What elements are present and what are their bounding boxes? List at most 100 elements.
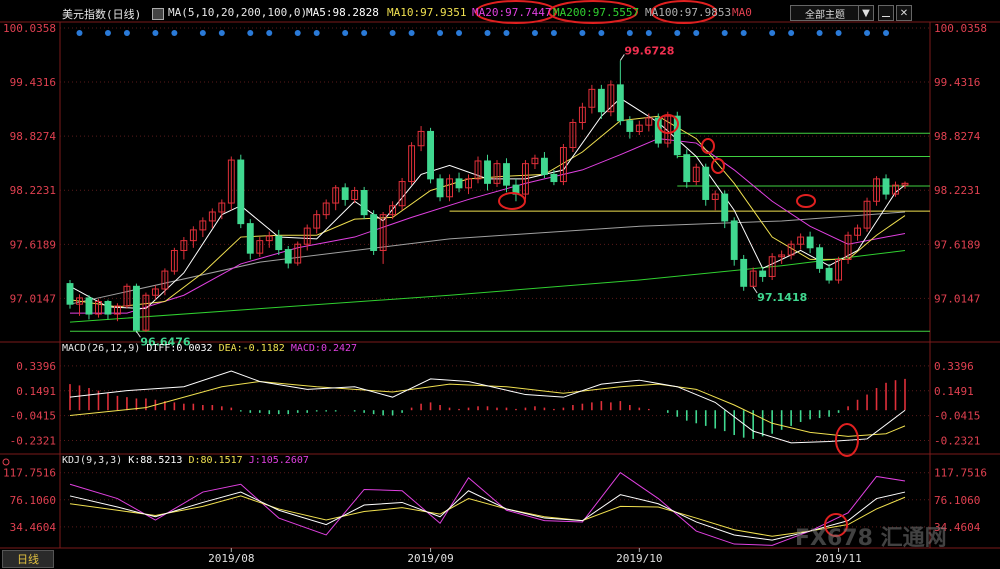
event-dot bbox=[123, 30, 130, 36]
macd-tick-right: -0.2321 bbox=[934, 435, 980, 448]
event-dot bbox=[437, 30, 444, 36]
chevron-down-icon: ▼ bbox=[862, 7, 870, 19]
event-dot bbox=[864, 30, 871, 36]
candle-body bbox=[503, 163, 510, 186]
kdj-tick-right: 117.7516 bbox=[934, 467, 987, 480]
price-tick-right: 100.0358 bbox=[934, 22, 987, 35]
candle-body bbox=[436, 178, 444, 198]
candle-body bbox=[104, 301, 112, 315]
kdj-j: J:105.2607 bbox=[248, 455, 309, 466]
indicator-icon[interactable] bbox=[152, 8, 164, 20]
candle-body bbox=[825, 267, 833, 281]
watermark: FX678 汇通网 bbox=[795, 526, 947, 551]
ma0-value: MA0 bbox=[732, 6, 752, 19]
candle-body bbox=[597, 88, 605, 113]
price-tick-right: 99.4316 bbox=[934, 76, 980, 89]
macd-tick-right: 0.3396 bbox=[934, 360, 974, 373]
price-tick-right: 97.6189 bbox=[934, 238, 980, 251]
price-tick-left: 97.6189 bbox=[10, 238, 56, 251]
theme-dropdown-button[interactable]: ▼ bbox=[858, 5, 874, 21]
price-tick-right: 98.8274 bbox=[934, 130, 981, 143]
event-dot bbox=[199, 30, 206, 36]
close-button[interactable]: ✕ bbox=[896, 5, 912, 21]
macd-value: MACD:0.2427 bbox=[290, 343, 358, 354]
candle-body bbox=[759, 270, 767, 277]
x-label: 2019/09 bbox=[407, 552, 453, 565]
kdj-tick-right: 76.1060 bbox=[934, 494, 980, 507]
ma200-value: MA200:97.5557 bbox=[553, 6, 640, 19]
ma10-value: MA10:97.9351 bbox=[387, 6, 467, 19]
event-dot bbox=[579, 30, 586, 36]
close-icon: ✕ bbox=[899, 7, 909, 19]
event-dot bbox=[503, 30, 510, 36]
macd-tick-left: 0.1491 bbox=[16, 385, 56, 398]
event-dot bbox=[674, 30, 681, 36]
tab-daily-label: 日线 bbox=[17, 553, 39, 566]
macd-diff: DIFF:0.0032 bbox=[146, 343, 213, 354]
price-tick-left: 99.4316 bbox=[10, 76, 56, 89]
candle-body bbox=[484, 160, 491, 184]
event-dot bbox=[218, 30, 225, 36]
macd-tick-left: -0.2321 bbox=[10, 435, 56, 448]
price-annotation: 99.6728 bbox=[624, 44, 674, 57]
candle-body bbox=[626, 120, 634, 132]
candle-body bbox=[730, 220, 738, 260]
theme-select[interactable]: 全部主题 bbox=[790, 5, 860, 21]
kdj-tick-left: 117.7516 bbox=[3, 467, 56, 480]
candle-body bbox=[550, 173, 558, 183]
candle-body bbox=[721, 193, 729, 222]
macd-tick-right: -0.0415 bbox=[934, 410, 980, 423]
candle-body bbox=[66, 283, 74, 305]
macd-params: MACD(26,12,9) bbox=[62, 343, 141, 354]
kdj-tick-left: 34.4604 bbox=[10, 521, 57, 534]
candle-body bbox=[85, 297, 93, 315]
event-dot bbox=[788, 30, 795, 36]
event-dot bbox=[247, 30, 254, 36]
candle-body bbox=[740, 258, 748, 287]
x-label: 2019/10 bbox=[616, 552, 662, 565]
minimize-icon bbox=[882, 15, 890, 17]
event-dot bbox=[408, 30, 415, 36]
price-annotation: 97.1418 bbox=[757, 291, 807, 304]
price-tick-left: 98.8274 bbox=[10, 130, 57, 143]
candle-body bbox=[702, 166, 710, 200]
price-tick-right: 97.0147 bbox=[934, 292, 980, 305]
event-dot bbox=[645, 30, 652, 36]
candle-body bbox=[132, 285, 140, 331]
event-dot bbox=[152, 30, 159, 36]
candle-body bbox=[341, 187, 349, 200]
event-dot bbox=[484, 30, 491, 36]
event-dot bbox=[626, 30, 633, 36]
event-dot bbox=[835, 30, 842, 36]
macd-dea: DEA:-0.1182 bbox=[218, 343, 285, 354]
event-dot bbox=[361, 30, 368, 36]
minimize-button[interactable] bbox=[878, 5, 894, 21]
candle-body bbox=[360, 190, 368, 216]
candle-body bbox=[275, 235, 283, 251]
macd-tick-left: 0.3396 bbox=[16, 360, 56, 373]
event-dot bbox=[721, 30, 728, 36]
event-dot bbox=[531, 30, 538, 36]
event-dot bbox=[76, 30, 83, 36]
price-tick-left: 98.2231 bbox=[10, 184, 56, 197]
ma100-value: MA100:97.9853 bbox=[645, 6, 732, 19]
event-dot bbox=[693, 30, 700, 36]
candle-body bbox=[540, 157, 548, 175]
candle-body bbox=[237, 159, 245, 225]
event-dot bbox=[550, 30, 557, 36]
event-dot bbox=[171, 30, 178, 36]
candle-body bbox=[806, 236, 814, 249]
macd-header: MACD(26,12,9) DIFF:0.0032 DEA:-0.1182 MA… bbox=[62, 343, 357, 354]
ma20-value: MA20:97.7447 bbox=[472, 6, 552, 19]
event-dot bbox=[883, 30, 890, 36]
kdj-tick-left: 76.1060 bbox=[10, 494, 56, 507]
macd-tick-right: 0.1491 bbox=[934, 385, 974, 398]
event-dot bbox=[816, 30, 823, 36]
event-dot bbox=[769, 30, 776, 36]
chart-header: 美元指数(日线) MA(5,10,20,200,100,0) MA5:98.28… bbox=[0, 0, 1000, 22]
tab-daily[interactable]: 日线 bbox=[2, 550, 54, 568]
price-tick-left: 100.0358 bbox=[3, 22, 56, 35]
macd-tick-left: -0.0415 bbox=[10, 410, 56, 423]
event-dot bbox=[456, 30, 463, 36]
candle-body bbox=[427, 130, 435, 180]
